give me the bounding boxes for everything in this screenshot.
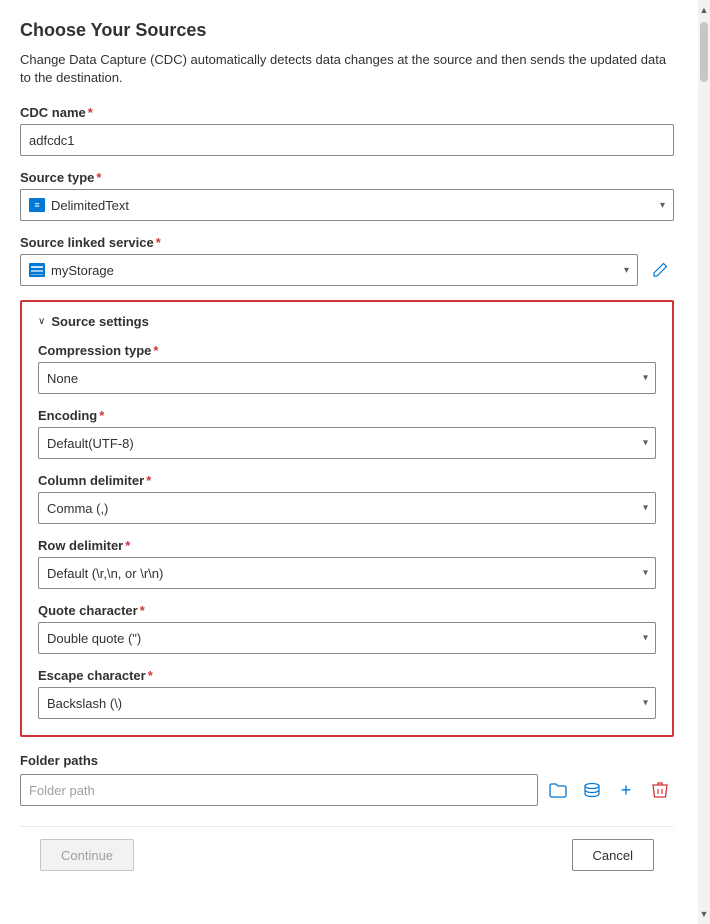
source-settings-chevron: ∨ (38, 316, 45, 327)
folder-paths-section: Folder paths + (20, 753, 674, 806)
escape-character-field-group: Escape character * Backslash (\) ▾ (38, 668, 656, 719)
cdc-name-label: CDC name * (20, 105, 674, 120)
row-delimiter-select[interactable]: Default (\r,\n, or \r\n) (38, 557, 656, 589)
storage-icon (29, 263, 45, 277)
compression-type-field-group: Compression type * None ▾ (38, 343, 656, 394)
cancel-button[interactable]: Cancel (572, 839, 654, 871)
compression-type-wrapper: None ▾ (38, 362, 656, 394)
scrollbar[interactable]: ▲ ▼ (698, 0, 710, 924)
quote-character-label: Quote character * (38, 603, 656, 618)
quote-required: * (140, 603, 145, 618)
scroll-down-arrow[interactable]: ▼ (698, 906, 710, 922)
column-delimiter-select[interactable]: Comma (,) (38, 492, 656, 524)
bottom-bar: Continue Cancel (20, 826, 674, 883)
page-container: Choose Your Sources Change Data Capture … (0, 0, 710, 924)
source-linked-service-label: Source linked service * (20, 235, 674, 250)
quote-character-wrapper: Double quote (") ▾ (38, 622, 656, 654)
column-delimiter-required: * (146, 473, 151, 488)
delimited-text-icon: ≡ (29, 198, 45, 212)
column-delimiter-label: Column delimiter * (38, 473, 656, 488)
main-content: Choose Your Sources Change Data Capture … (0, 0, 698, 924)
escape-character-label: Escape character * (38, 668, 656, 683)
browse-folder-button[interactable] (544, 776, 572, 804)
compression-type-select[interactable]: None (38, 362, 656, 394)
scrollbar-thumb[interactable] (700, 22, 708, 82)
folder-paths-label: Folder paths (20, 753, 674, 768)
source-type-label: Source type * (20, 170, 674, 185)
encoding-label: Encoding * (38, 408, 656, 423)
edit-linked-service-button[interactable] (646, 256, 674, 284)
delete-folder-path-button[interactable] (646, 776, 674, 804)
linked-service-chevron: ▾ (624, 265, 629, 276)
compression-required: * (153, 343, 158, 358)
compression-type-label: Compression type * (38, 343, 656, 358)
column-delimiter-wrapper: Comma (,) ▾ (38, 492, 656, 524)
add-folder-path-button[interactable]: + (612, 776, 640, 804)
scroll-up-arrow[interactable]: ▲ (698, 2, 710, 18)
escape-character-wrapper: Backslash (\) ▾ (38, 687, 656, 719)
source-linked-service-required: * (156, 235, 161, 250)
source-settings-box: ∨ Source settings Compression type * Non… (20, 300, 674, 737)
source-settings-header[interactable]: ∨ Source settings (38, 314, 656, 329)
source-linked-service-field-group: Source linked service * myStorage ▾ (20, 235, 674, 286)
row-delimiter-field-group: Row delimiter * Default (\r,\n, or \r\n)… (38, 538, 656, 589)
encoding-required: * (99, 408, 104, 423)
encoding-wrapper: Default(UTF-8) ▾ (38, 427, 656, 459)
encoding-field-group: Encoding * Default(UTF-8) ▾ (38, 408, 656, 459)
source-settings-label: Source settings (51, 314, 149, 329)
row-delimiter-required: * (125, 538, 130, 553)
escape-required: * (148, 668, 153, 683)
quote-character-field-group: Quote character * Double quote (") ▾ (38, 603, 656, 654)
folder-path-input[interactable] (20, 774, 538, 806)
cdc-name-field-group: CDC name * (20, 105, 674, 156)
continue-button: Continue (40, 839, 134, 871)
column-delimiter-field-group: Column delimiter * Comma (,) ▾ (38, 473, 656, 524)
linked-service-select[interactable]: myStorage ▾ (20, 254, 638, 286)
page-title: Choose Your Sources (20, 20, 674, 41)
source-type-chevron: ▾ (660, 200, 665, 211)
row-delimiter-label: Row delimiter * (38, 538, 656, 553)
linked-service-value: myStorage (51, 263, 114, 278)
quote-character-select[interactable]: Double quote (") (38, 622, 656, 654)
folder-path-row: + (20, 774, 674, 806)
linked-service-row: myStorage ▾ (20, 254, 674, 286)
row-delimiter-wrapper: Default (\r,\n, or \r\n) ▾ (38, 557, 656, 589)
source-type-select[interactable]: ≡ DelimitedText ▾ (20, 189, 674, 221)
encoding-select[interactable]: Default(UTF-8) (38, 427, 656, 459)
escape-character-select[interactable]: Backslash (\) (38, 687, 656, 719)
source-type-required: * (96, 170, 101, 185)
browse-dataset-button[interactable] (578, 776, 606, 804)
source-type-field-group: Source type * ≡ DelimitedText ▾ (20, 170, 674, 221)
source-type-value: DelimitedText (51, 198, 129, 213)
cdc-name-required: * (88, 105, 93, 120)
add-icon: + (621, 781, 632, 799)
page-description: Change Data Capture (CDC) automatically … (20, 51, 674, 87)
cdc-name-input[interactable] (20, 124, 674, 156)
